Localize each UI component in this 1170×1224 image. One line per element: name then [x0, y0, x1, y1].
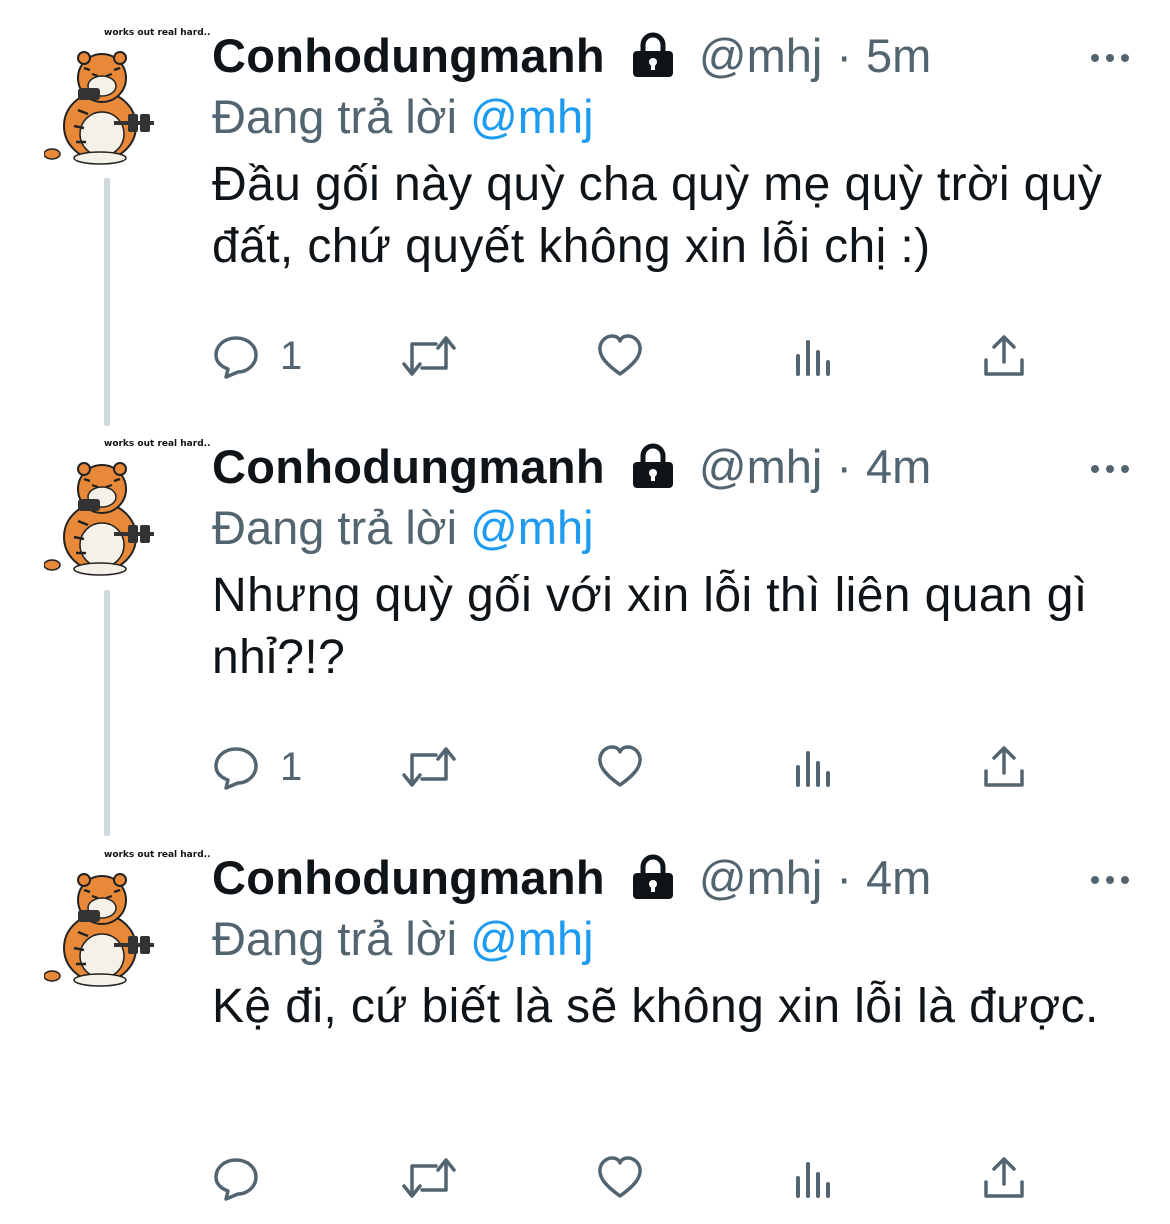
display-name[interactable]: Conhodungmanh [212, 439, 605, 494]
bar-chart-icon [796, 751, 830, 787]
tiger-avatar-icon [44, 462, 154, 576]
share-button[interactable] [980, 326, 1028, 386]
tweet-content: Conhodungmanh @mhj · 5m Đang trả lời @mh… [212, 24, 1130, 278]
like-button[interactable] [596, 1148, 644, 1208]
user-handle[interactable]: @mhj [699, 28, 822, 83]
tiger-avatar-icon [44, 873, 154, 987]
reply-button[interactable]: 1 [212, 326, 302, 386]
heart-icon [598, 334, 642, 376]
avatar[interactable]: works out real hard.. [44, 28, 210, 165]
separator-dot: · [836, 28, 852, 82]
thread-connector-line [104, 590, 110, 836]
heart-icon [598, 745, 642, 787]
avatar-caption: works out real hard.. [104, 850, 211, 860]
share-button[interactable] [980, 1148, 1028, 1208]
replying-prefix: Đang trả lời [212, 912, 458, 965]
display-name[interactable]: Conhodungmanh [212, 850, 605, 905]
upload-arrow-icon [984, 335, 1024, 376]
avatar-caption: works out real hard.. [104, 28, 211, 38]
tweet-text: Đầu gối này quỳ cha quỳ mẹ quỳ trời quỳ … [212, 158, 1103, 273]
tweet-text: Nhưng quỳ gối với xin lỗi thì liên quan … [212, 569, 1088, 684]
tweet-header: Conhodungmanh @mhj · 4m [212, 435, 1130, 497]
timestamp[interactable]: 4m [866, 439, 931, 494]
views-button[interactable] [790, 326, 838, 386]
tweet-content: Conhodungmanh @mhj · 4m Đang trả lời @mh… [212, 846, 1130, 1038]
views-button[interactable] [790, 737, 838, 797]
upload-arrow-icon [984, 746, 1024, 787]
thread-connector-line [104, 178, 110, 426]
retweet-arrows-icon [402, 747, 456, 787]
replying-to: Đang trả lời @mhj [212, 86, 1130, 148]
bar-chart-icon [796, 340, 830, 376]
reply-count: 1 [280, 744, 303, 789]
like-button[interactable] [596, 737, 644, 797]
replying-to-mention[interactable]: @mhj [470, 90, 593, 143]
user-handle[interactable]: @mhj [699, 439, 822, 494]
heart-icon [598, 1156, 642, 1198]
user-handle[interactable]: @mhj [699, 850, 822, 905]
tweet-actions [212, 1148, 1042, 1208]
separator-dot: · [836, 850, 852, 904]
speech-bubble-icon [214, 336, 258, 379]
speech-bubble-icon [214, 1158, 258, 1201]
three-dots-icon[interactable] [1090, 461, 1130, 473]
reply-count: 1 [280, 333, 303, 378]
three-dots-icon[interactable] [1090, 872, 1130, 884]
upload-arrow-icon [984, 1157, 1024, 1198]
replying-to: Đang trả lời @mhj [212, 497, 1130, 559]
separator-dot: · [836, 439, 852, 493]
views-button[interactable] [790, 1148, 838, 1208]
tweet-header: Conhodungmanh @mhj · 5m [212, 24, 1130, 86]
retweet-arrows-icon [402, 336, 456, 376]
avatar[interactable]: works out real hard.. [44, 439, 210, 576]
replying-to-mention[interactable]: @mhj [470, 912, 593, 965]
avatar-caption: works out real hard.. [104, 439, 211, 449]
tweet-header: Conhodungmanh @mhj · 4m [212, 846, 1130, 908]
display-name[interactable]: Conhodungmanh [212, 28, 605, 83]
padlock-icon [629, 442, 677, 490]
speech-bubble-icon [214, 747, 258, 790]
timestamp[interactable]: 5m [866, 28, 931, 83]
tweet-actions: 1 [212, 737, 1042, 797]
padlock-icon [629, 31, 677, 79]
replying-prefix: Đang trả lời [212, 90, 458, 143]
three-dots-icon[interactable] [1090, 50, 1130, 62]
retweet-arrows-icon [402, 1158, 456, 1198]
tweet-content: Conhodungmanh @mhj · 4m Đang trả lời @mh… [212, 435, 1130, 689]
replying-prefix: Đang trả lời [212, 501, 458, 554]
tweet-text: Kệ đi, cứ biết là sẽ không xin lỗi là đư… [212, 980, 1099, 1033]
retweet-button[interactable] [400, 737, 458, 797]
timestamp[interactable]: 4m [866, 850, 931, 905]
share-button[interactable] [980, 737, 1028, 797]
retweet-button[interactable] [400, 326, 458, 386]
bar-chart-icon [796, 1162, 830, 1198]
replying-to: Đang trả lời @mhj [212, 908, 1130, 970]
like-button[interactable] [596, 326, 644, 386]
replying-to-mention[interactable]: @mhj [470, 501, 593, 554]
retweet-button[interactable] [400, 1148, 458, 1208]
reply-button[interactable] [212, 1148, 280, 1208]
reply-button[interactable]: 1 [212, 737, 302, 797]
avatar[interactable]: works out real hard.. [44, 850, 210, 987]
tweet-actions: 1 [212, 326, 1042, 386]
tiger-avatar-icon [44, 51, 154, 165]
padlock-icon [629, 853, 677, 901]
